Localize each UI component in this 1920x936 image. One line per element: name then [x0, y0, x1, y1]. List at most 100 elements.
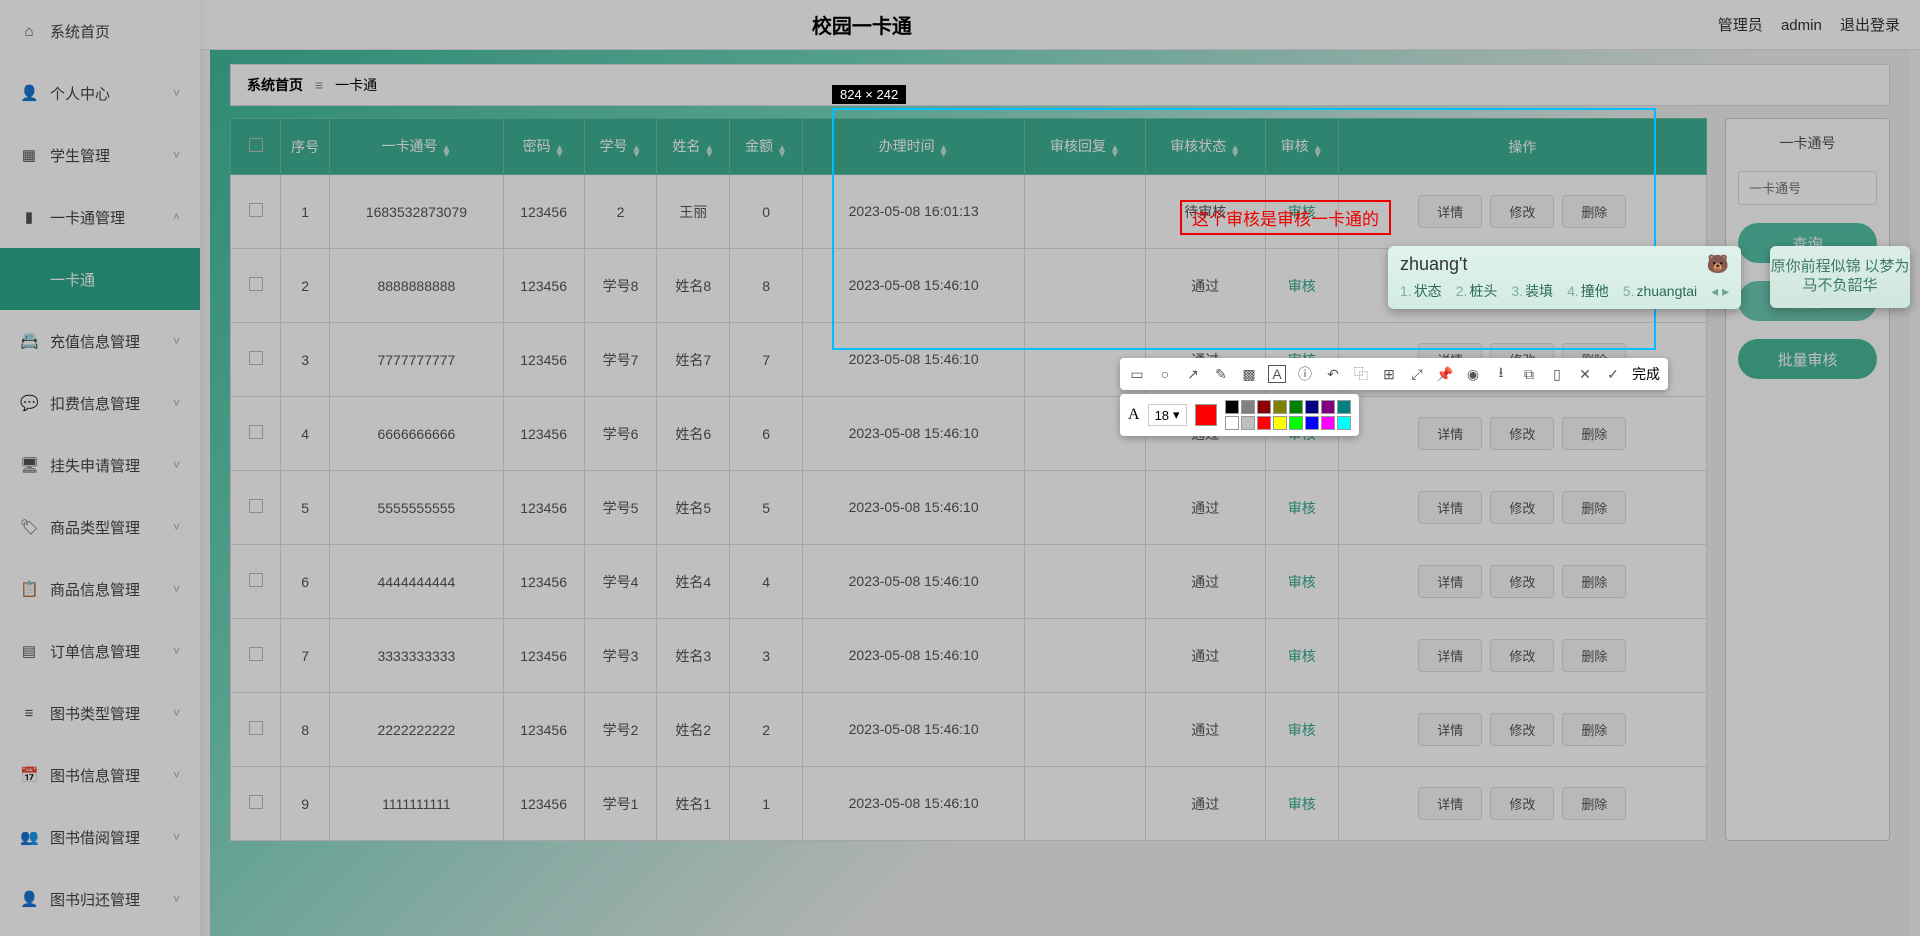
row-checkbox[interactable]	[249, 721, 263, 735]
ime-next-icon[interactable]: ▸	[1722, 283, 1729, 299]
ime-candidate[interactable]: 5.zhuangtai	[1623, 283, 1697, 299]
audit-link[interactable]: 审核	[1288, 722, 1316, 738]
col-header-4[interactable]: 学号▲▼	[584, 119, 657, 175]
row-delete-button[interactable]: 删除	[1562, 491, 1626, 524]
detail-button[interactable]: 详情	[1418, 639, 1482, 672]
edit-button[interactable]: 修改	[1490, 491, 1554, 524]
color-swatch[interactable]	[1305, 416, 1319, 430]
tool-copy-icon[interactable]: ⧉	[1520, 365, 1538, 383]
sort-icon[interactable]: ▲▼	[441, 146, 451, 158]
row-checkbox[interactable]	[249, 647, 263, 661]
row-delete-button[interactable]: 删除	[1562, 639, 1626, 672]
ime-settings-icon[interactable]: 🐻	[1707, 254, 1729, 275]
font-size-select[interactable]: 18 ▾	[1148, 404, 1187, 426]
sort-icon[interactable]: ▲▼	[632, 146, 642, 158]
sidebar-item-13[interactable]: 👥图书借阅管理˅	[0, 806, 200, 868]
sidebar-item-5[interactable]: 📇充值信息管理˅	[0, 310, 200, 372]
col-header-1[interactable]: 序号	[281, 119, 330, 175]
select-all-checkbox[interactable]	[249, 138, 263, 152]
sort-icon[interactable]: ▲▼	[704, 146, 714, 158]
col-header-6[interactable]: 金额▲▼	[730, 119, 803, 175]
edit-button[interactable]: 修改	[1490, 713, 1554, 746]
ime-candidate[interactable]: 3.装填	[1511, 281, 1553, 301]
row-delete-button[interactable]: 删除	[1562, 713, 1626, 746]
sidebar-item-8[interactable]: 🏷商品类型管理˅	[0, 496, 200, 558]
color-swatch[interactable]	[1337, 400, 1351, 414]
color-swatch[interactable]	[1321, 416, 1335, 430]
detail-button[interactable]: 详情	[1418, 713, 1482, 746]
tool-info-icon[interactable]: ⓘ	[1296, 365, 1314, 383]
sidebar-item-14[interactable]: 👤图书归还管理˅	[0, 868, 200, 930]
tool-download-icon[interactable]: ⭳	[1492, 365, 1510, 383]
audit-link[interactable]: 审核	[1288, 500, 1316, 516]
row-checkbox[interactable]	[249, 277, 263, 291]
row-checkbox[interactable]	[249, 351, 263, 365]
color-swatch[interactable]	[1337, 416, 1351, 430]
tool-crop-icon[interactable]: ⤢	[1408, 365, 1426, 383]
tool-ocr-icon[interactable]: ⊞	[1380, 365, 1398, 383]
detail-button[interactable]: 详情	[1418, 565, 1482, 598]
tool-translate-icon[interactable]: ⿻	[1352, 365, 1370, 383]
sidebar-item-12[interactable]: 📅图书信息管理˅	[0, 744, 200, 806]
sidebar-item-6[interactable]: 💬扣费信息管理˅	[0, 372, 200, 434]
sidebar-item-10[interactable]: ▤订单信息管理˅	[0, 620, 200, 682]
row-checkbox[interactable]	[249, 203, 263, 217]
row-delete-button[interactable]: 删除	[1562, 417, 1626, 450]
audit-link[interactable]: 审核	[1288, 574, 1316, 590]
sidebar-item-1[interactable]: 👤个人中心˅	[0, 62, 200, 124]
tool-pin-icon[interactable]: 📌	[1436, 365, 1454, 383]
user-name[interactable]: admin	[1781, 17, 1822, 34]
sidebar-item-3[interactable]: ▮一卡通管理˄	[0, 186, 200, 248]
tool-mosaic-icon[interactable]: ▩	[1240, 365, 1258, 383]
edit-button[interactable]: 修改	[1490, 639, 1554, 672]
color-swatch[interactable]	[1241, 416, 1255, 430]
tool-text-icon[interactable]: A	[1268, 365, 1286, 383]
row-checkbox[interactable]	[249, 499, 263, 513]
color-swatch[interactable]	[1257, 400, 1271, 414]
ime-candidate[interactable]: 4.撞他	[1567, 281, 1609, 301]
filter-card-input[interactable]	[1738, 171, 1877, 205]
sort-icon[interactable]: ▲▼	[777, 146, 787, 158]
detail-button[interactable]: 详情	[1418, 417, 1482, 450]
sidebar-item-2[interactable]: ▦学生管理˅	[0, 124, 200, 186]
color-swatch[interactable]	[1289, 416, 1303, 430]
color-swatch[interactable]	[1225, 400, 1239, 414]
tool-done-label[interactable]: 完成	[1632, 364, 1660, 384]
audit-link[interactable]: 审核	[1288, 796, 1316, 812]
sidebar-item-7[interactable]: 🖥挂失申请管理˅	[0, 434, 200, 496]
edit-button[interactable]: 修改	[1490, 787, 1554, 820]
row-checkbox[interactable]	[249, 795, 263, 809]
ime-candidate[interactable]: 2.桩头	[1456, 281, 1498, 301]
breadcrumb-home[interactable]: 系统首页	[247, 75, 303, 95]
color-swatch[interactable]	[1321, 400, 1335, 414]
col-header-0[interactable]	[231, 119, 281, 175]
batch-audit-button[interactable]: 批量审核	[1738, 339, 1877, 379]
tool-undo-icon[interactable]: ↶	[1324, 365, 1342, 383]
row-delete-button[interactable]: 删除	[1562, 787, 1626, 820]
color-swatch[interactable]	[1273, 416, 1287, 430]
tool-pen-icon[interactable]: ✎	[1212, 365, 1230, 383]
ime-prev-icon[interactable]: ◂	[1711, 283, 1718, 299]
tool-arrow-icon[interactable]: ↗	[1184, 365, 1202, 383]
row-checkbox[interactable]	[249, 425, 263, 439]
sort-icon[interactable]: ▲▼	[555, 146, 565, 158]
sidebar-item-4[interactable]: 一卡通	[0, 248, 200, 310]
edit-button[interactable]: 修改	[1490, 417, 1554, 450]
ime-candidate[interactable]: 1.状态	[1400, 281, 1442, 301]
detail-button[interactable]: 详情	[1418, 491, 1482, 524]
color-swatch[interactable]	[1305, 400, 1319, 414]
tool-close-icon[interactable]: ✕	[1576, 365, 1594, 383]
col-header-5[interactable]: 姓名▲▼	[657, 119, 730, 175]
row-delete-button[interactable]: 删除	[1562, 565, 1626, 598]
sidebar-item-11[interactable]: ≡图书类型管理˅	[0, 682, 200, 744]
tool-confirm-icon[interactable]: ✓	[1604, 365, 1622, 383]
color-swatch[interactable]	[1273, 400, 1287, 414]
audit-link[interactable]: 审核	[1288, 648, 1316, 664]
current-color-swatch[interactable]	[1195, 404, 1217, 426]
logout-link[interactable]: 退出登录	[1840, 17, 1900, 34]
tool-share-icon[interactable]: ▯	[1548, 365, 1566, 383]
tool-record-icon[interactable]: ◉	[1464, 365, 1482, 383]
color-swatch[interactable]	[1257, 416, 1271, 430]
color-swatch[interactable]	[1289, 400, 1303, 414]
color-swatch[interactable]	[1225, 416, 1239, 430]
